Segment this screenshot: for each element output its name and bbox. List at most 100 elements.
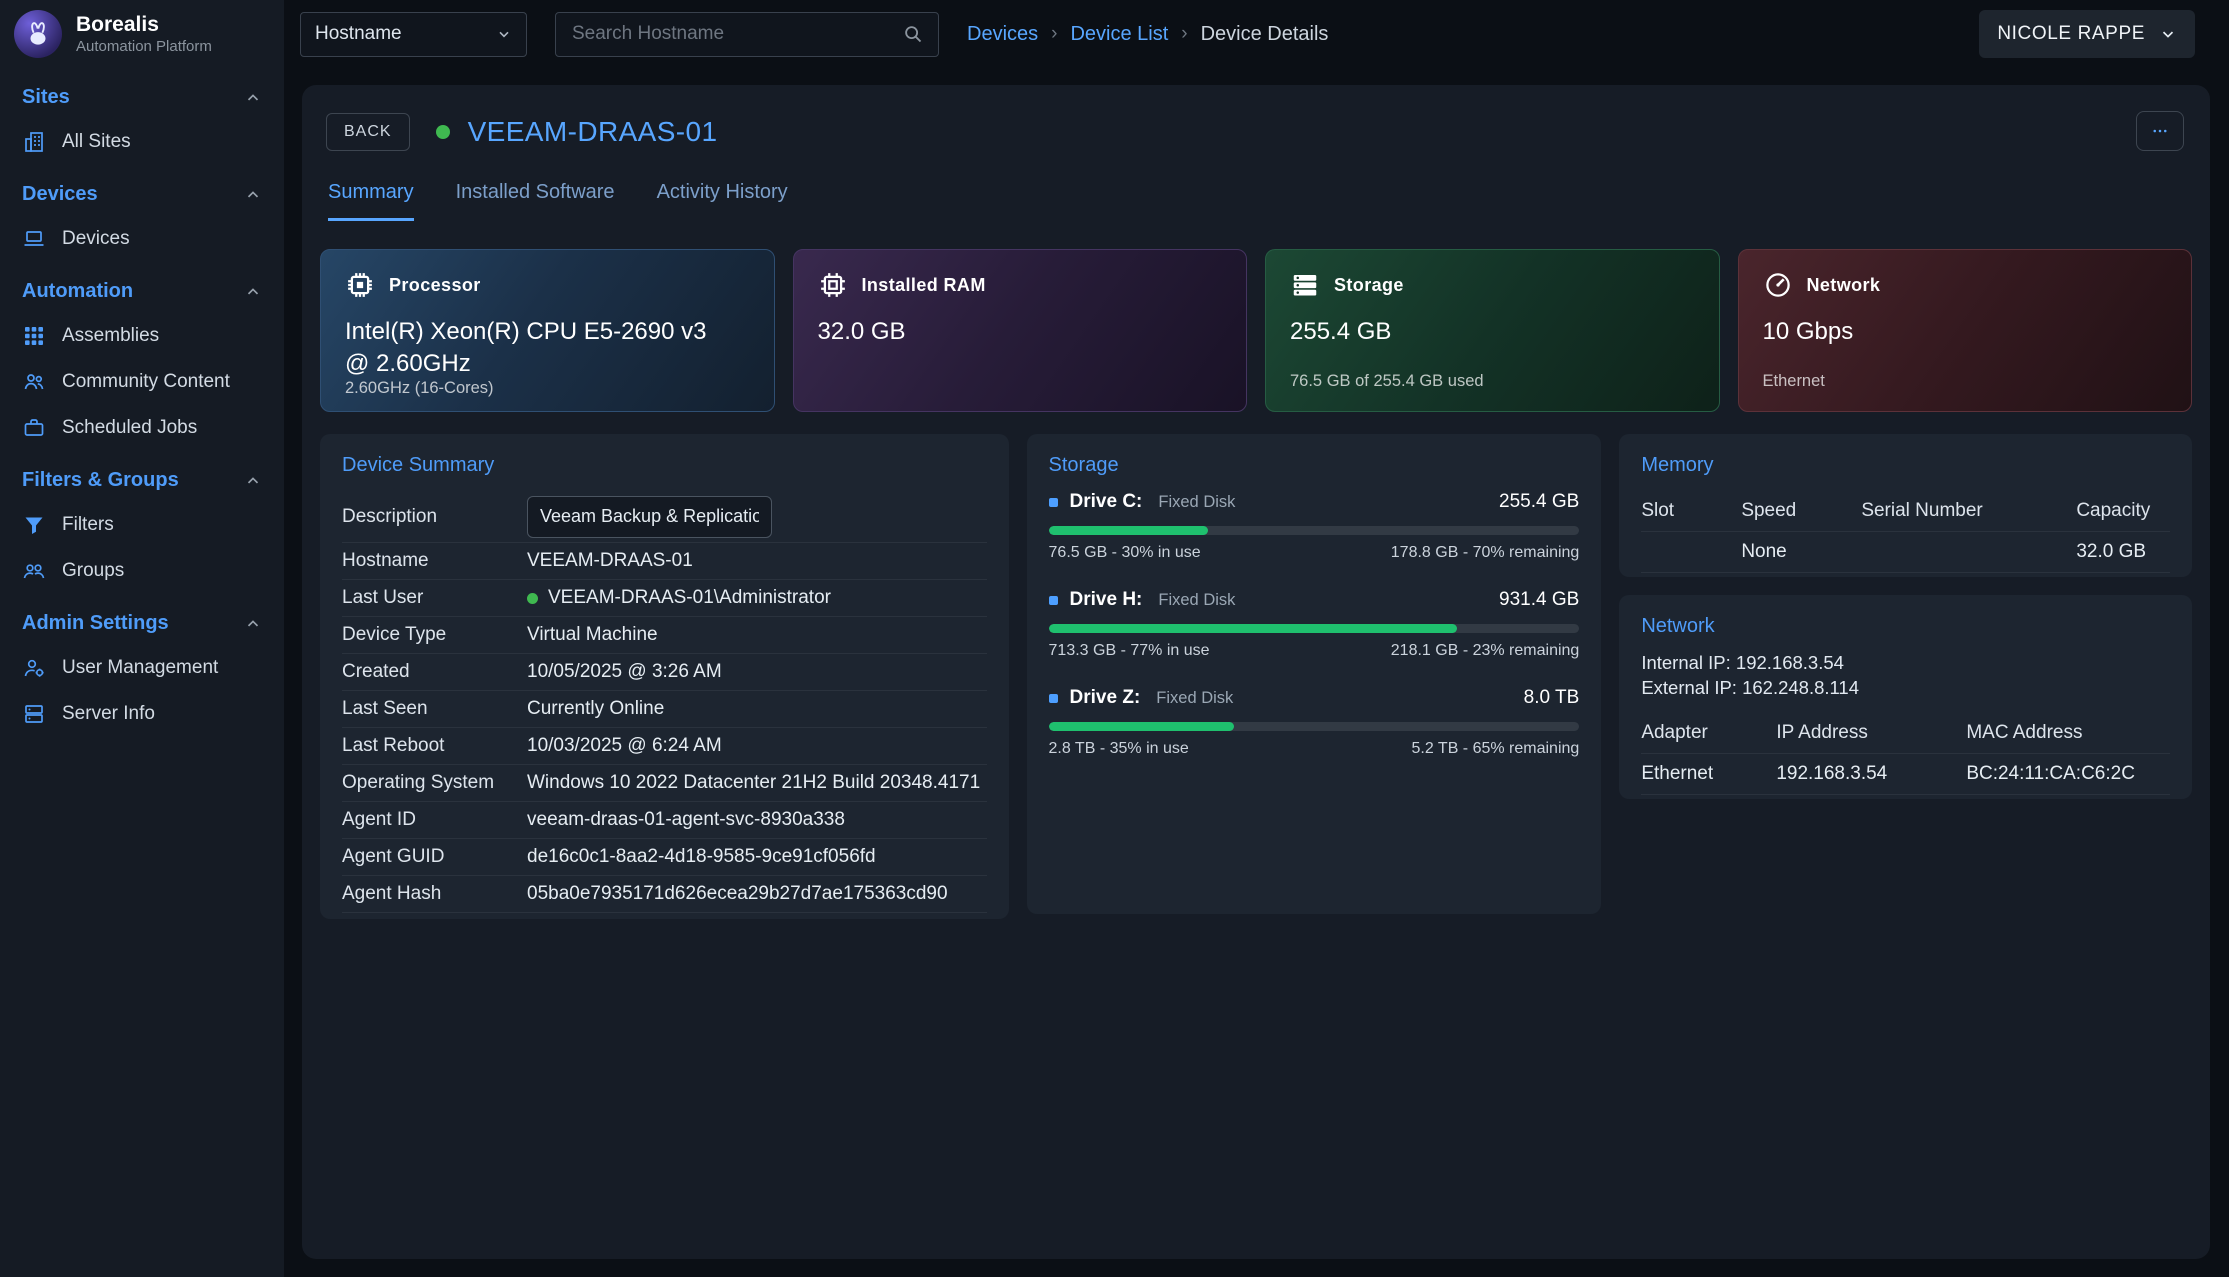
stat-footer: 76.5 GB of 255.4 GB used: [1290, 372, 1695, 391]
sidebar-item-filters[interactable]: Filters: [0, 502, 284, 548]
sidebar-section-header-devices[interactable]: Devices: [0, 165, 284, 216]
network-title: Network: [1641, 615, 2170, 638]
description-input[interactable]: [527, 496, 772, 538]
drive-h: Drive H: Fixed Disk 931.4 GB 713.3 GB - …: [1049, 589, 1580, 660]
sidebar-section-header-filters-groups[interactable]: Filters & Groups: [0, 451, 284, 502]
summary-row-last-seen: Last Seen Currently Online: [342, 691, 987, 728]
laptop-icon: [22, 227, 46, 251]
sidebar-section-header-automation[interactable]: Automation: [0, 262, 284, 313]
network-table: Adapter IP Address MAC Address Ethernet …: [1641, 713, 2170, 795]
sidebar-item-devices[interactable]: Devices: [0, 216, 284, 262]
sidebar-item-all-sites[interactable]: All Sites: [0, 119, 284, 165]
breadcrumb-device-list[interactable]: Device List: [1070, 23, 1168, 46]
breadcrumb-separator-icon: [1051, 23, 1057, 45]
stat-label: Storage: [1334, 275, 1404, 296]
breadcrumb-devices[interactable]: Devices: [967, 23, 1038, 46]
row-label: Description: [342, 506, 527, 528]
hostname-filter-dropdown[interactable]: Hostname: [300, 12, 527, 57]
device-summary-card: Device Summary Description Hostname VEEA…: [320, 434, 1009, 919]
stat-cards: Processor Intel(R) Xeon(R) CPU E5-2690 v…: [320, 249, 2192, 412]
network-table-header: Adapter IP Address MAC Address: [1641, 713, 2170, 754]
sidebar-item-label: Server Info: [62, 703, 155, 725]
drive-usage-bar: [1049, 722, 1580, 731]
sidebar-item-label: Assemblies: [62, 325, 159, 347]
chevron-up-icon: [244, 472, 262, 490]
tab-activity-history[interactable]: Activity History: [657, 181, 788, 221]
stat-card-processor: Processor Intel(R) Xeon(R) CPU E5-2690 v…: [320, 249, 775, 412]
device-title: VEEAM-DRAAS-01: [468, 116, 718, 148]
right-column: Memory Slot Speed Serial Number Capacity…: [1619, 434, 2192, 799]
sidebar-item-groups[interactable]: Groups: [0, 548, 284, 594]
section-label: Automation: [22, 280, 133, 303]
more-actions-button[interactable]: [2136, 111, 2184, 151]
sidebar-item-community-content[interactable]: Community Content: [0, 359, 284, 405]
stat-footer: 2.60GHz (16-Cores): [345, 379, 750, 398]
drive-usage-bar: [1049, 624, 1580, 633]
summary-row-agent-guid: Agent GUID de16c0c1-8aa2-4d18-9585-9ce91…: [342, 839, 987, 876]
summary-row-agent-hash: Agent Hash 05ba0e7935171d626ecea29b27d7a…: [342, 876, 987, 913]
storage-title: Storage: [1049, 454, 1580, 477]
chevron-up-icon: [244, 615, 262, 633]
sidebar-section-header-sites[interactable]: Sites: [0, 68, 284, 119]
funnel-icon: [22, 513, 46, 537]
sidebar-item-server-info[interactable]: Server Info: [0, 691, 284, 737]
tab-installed-software[interactable]: Installed Software: [456, 181, 615, 221]
sidebar-item-label: Devices: [62, 228, 130, 250]
server-icon: [22, 702, 46, 726]
drive-bullet-icon: [1049, 498, 1058, 507]
drive-bullet-icon: [1049, 694, 1058, 703]
breadcrumb: Devices Device List Device Details: [967, 23, 1328, 46]
device-tabs: Summary Installed Software Activity Hist…: [320, 151, 2192, 221]
detail-columns: Device Summary Description Hostname VEEA…: [320, 434, 2192, 919]
tab-summary[interactable]: Summary: [328, 181, 414, 221]
chevron-up-icon: [244, 186, 262, 204]
stat-footer: [818, 372, 1223, 391]
stat-card-network: Network 10 Gbps Ethernet: [1738, 249, 2193, 412]
device-header: BACK VEEAM-DRAAS-01: [320, 107, 2192, 151]
search-icon[interactable]: [902, 23, 924, 45]
device-summary-title: Device Summary: [342, 454, 987, 477]
user-name: NICOLE RAPPE: [1997, 23, 2145, 45]
network-card: Network Internal IP: 192.168.3.54 Extern…: [1619, 595, 2192, 799]
people-icon: [22, 370, 46, 394]
summary-row-created: Created 10/05/2025 @ 3:26 AM: [342, 654, 987, 691]
chevron-up-icon: [244, 89, 262, 107]
section-label: Sites: [22, 86, 70, 109]
stat-card-storage: Storage 255.4 GB 76.5 GB of 255.4 GB use…: [1265, 249, 1720, 412]
sidebar-section-filters-groups: Filters & Groups Filters Groups: [0, 451, 284, 594]
drive-used: 76.5 GB - 30% in use: [1049, 544, 1201, 562]
stat-value: 10 Gbps: [1763, 316, 2151, 348]
ellipsis-icon: [2149, 122, 2171, 140]
storage-card: Storage Drive C: Fixed Disk 255.4 GB 76.…: [1027, 434, 1602, 914]
sidebar-section-header-admin-settings[interactable]: Admin Settings: [0, 594, 284, 645]
sidebar-item-assemblies[interactable]: Assemblies: [0, 313, 284, 359]
storage-icon: [1290, 270, 1320, 300]
device-details-panel: BACK VEEAM-DRAAS-01 Summary Installed So…: [302, 85, 2210, 1259]
sidebar-item-user-management[interactable]: User Management: [0, 645, 284, 691]
user-menu[interactable]: NICOLE RAPPE: [1979, 10, 2195, 58]
sidebar-section-devices: Devices Devices: [0, 165, 284, 262]
online-status-dot: [436, 125, 450, 139]
summary-row-operating-system: Operating System Windows 10 2022 Datacen…: [342, 765, 987, 802]
section-label: Filters & Groups: [22, 469, 179, 492]
drive-bullet-icon: [1049, 596, 1058, 605]
back-button[interactable]: BACK: [326, 113, 410, 151]
summary-row-device-type: Device Type Virtual Machine: [342, 617, 987, 654]
sidebar-item-label: Groups: [62, 560, 124, 582]
ram-icon: [818, 270, 848, 300]
stat-footer: Ethernet: [1763, 372, 2168, 391]
search-box: [555, 12, 939, 57]
search-input[interactable]: [570, 22, 902, 46]
sidebar-item-scheduled-jobs[interactable]: Scheduled Jobs: [0, 405, 284, 451]
summary-row-description: Description: [342, 491, 987, 543]
sidebar-item-label: Filters: [62, 514, 114, 536]
groups-icon: [22, 559, 46, 583]
chevron-down-icon: [2159, 25, 2177, 43]
stat-value: 255.4 GB: [1290, 316, 1678, 348]
sidebar-section-sites: Sites All Sites: [0, 68, 284, 165]
drive-used: 713.3 GB - 77% in use: [1049, 642, 1210, 660]
summary-row-last-user: Last User VEEAM-DRAAS-01\Administrator: [342, 580, 987, 617]
sidebar-section-admin-settings: Admin Settings User Management Server In…: [0, 594, 284, 737]
stat-label: Network: [1807, 275, 1881, 296]
grid-icon: [22, 324, 46, 348]
